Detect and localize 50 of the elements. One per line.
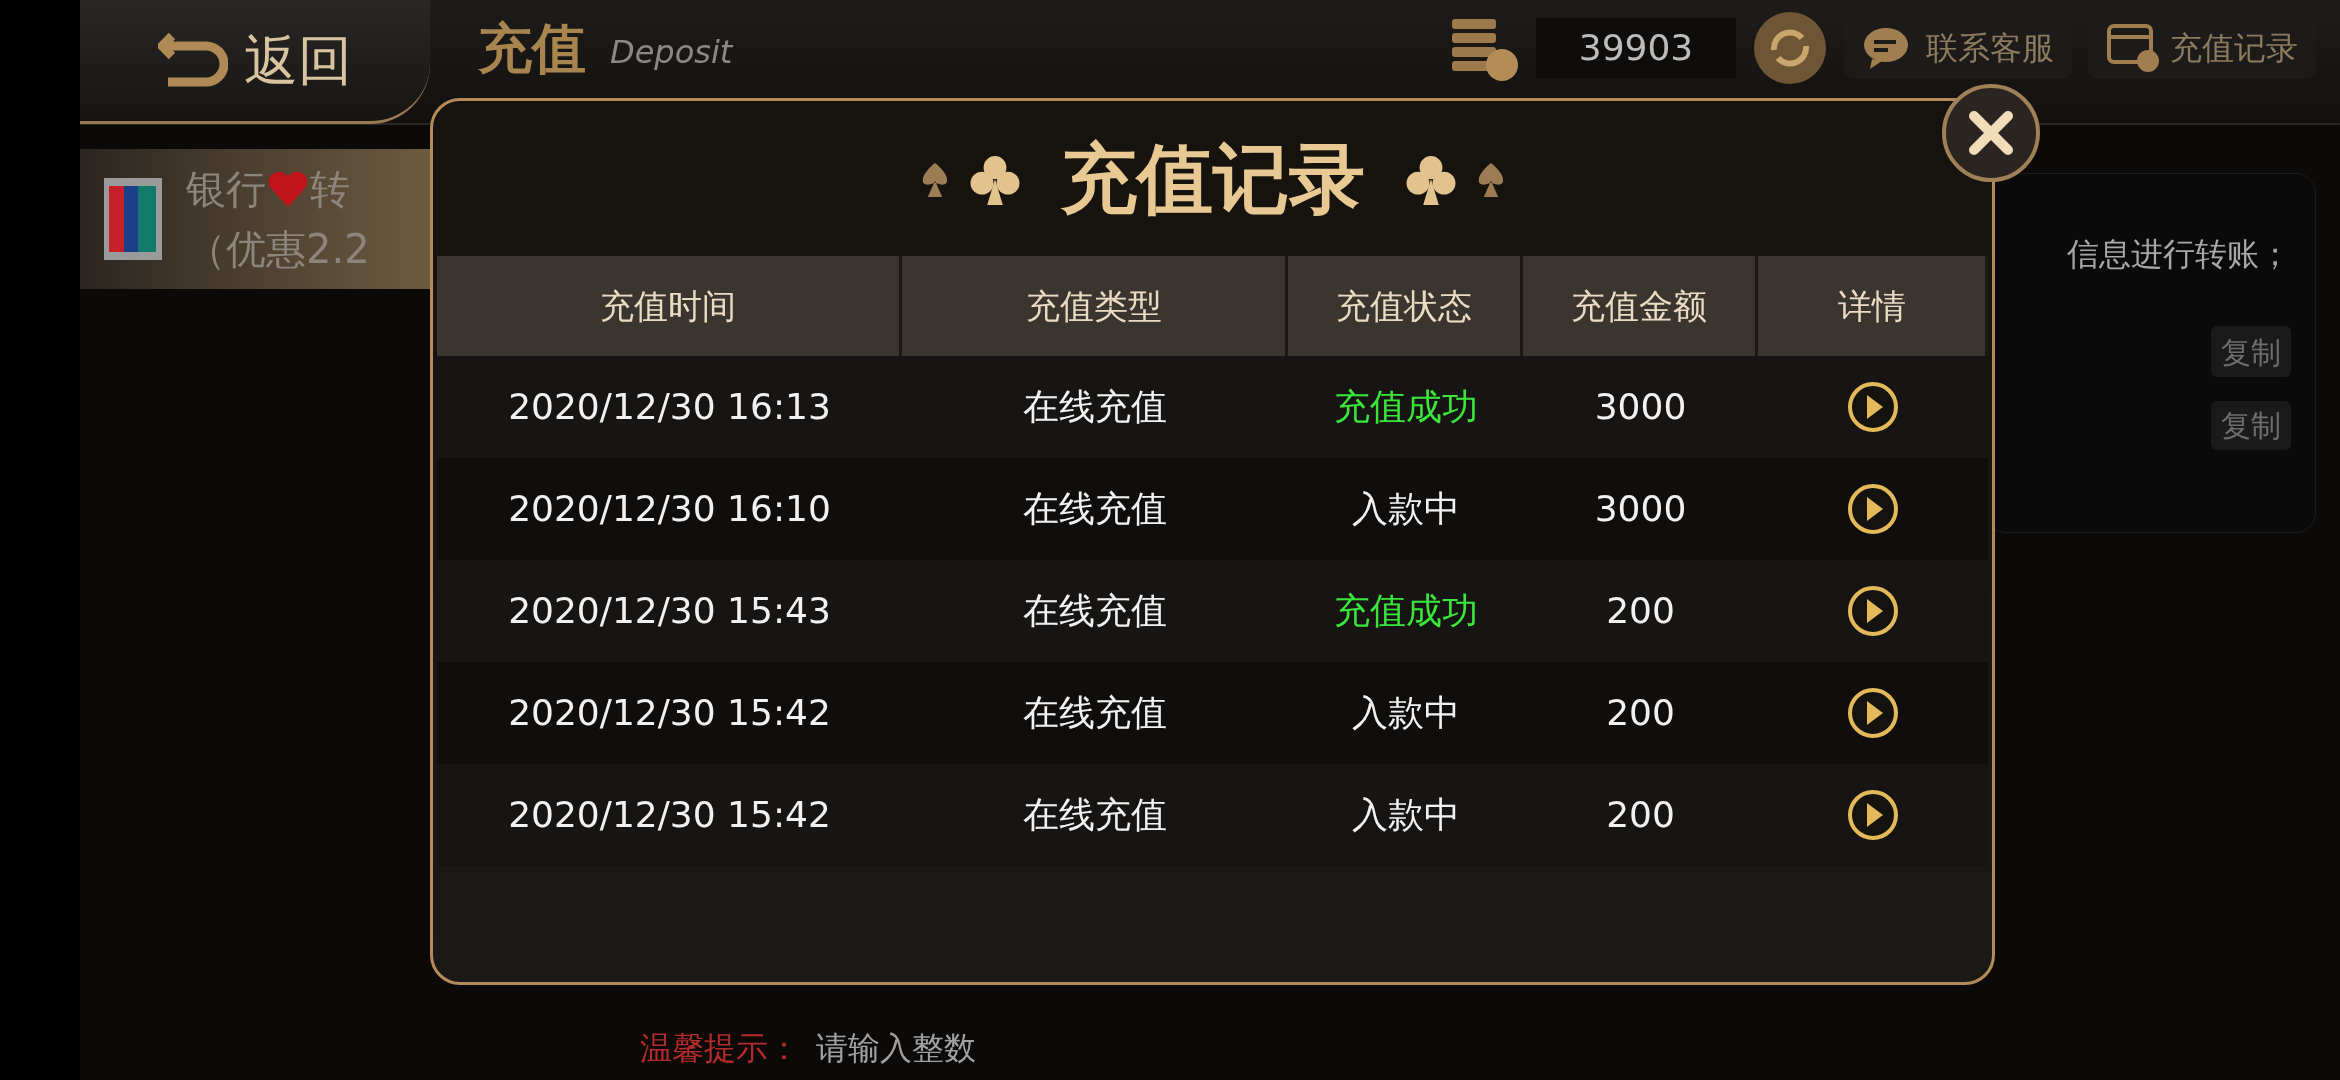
dialog-title: 充值记录 [1060,132,1365,225]
back-arrow-icon [158,32,228,88]
copy-button[interactable]: 复制 [2211,326,2291,377]
close-icon [1966,108,2016,158]
balance-value: 39903 [1536,18,1736,78]
item-title: 转 [310,165,350,214]
table-cell-text: 200 [1606,691,1675,735]
table-cell-text: 在线充值 [1023,385,1167,429]
receipt-icon [2106,23,2162,73]
status-text: 充值成功 [1333,589,1478,633]
play-circle-icon[interactable] [1847,483,1899,535]
table-cell-text: 2020/12/30 15:42 [508,793,831,837]
column-header: 充值类型 [902,256,1288,356]
column-header: 充值状态 [1288,256,1523,356]
table-cell-text: 在线充值 [1023,691,1167,735]
back-button[interactable]: 返回 [80,0,430,124]
table-cell-text: 2020/12/30 15:42 [508,691,831,735]
play-circle-icon[interactable] [1847,687,1899,739]
status-text: 入款中 [1351,793,1460,837]
hint-label: 温馨提示： [640,1028,800,1069]
column-header: 充值时间 [437,256,902,356]
status-text: 充值成功 [1333,385,1478,429]
item-subtitle: （优惠2.2 [186,225,370,274]
bank-card-icon [104,178,162,260]
instruction-text: 信息进行转账； [2067,234,2291,275]
hint-text: 请输入整数 [816,1028,976,1069]
play-circle-icon[interactable] [1847,585,1899,637]
status-text: 入款中 [1351,691,1460,735]
sidebar-item[interactable]: 银行 转 （优惠2.2 [80,149,430,289]
table-cell-text: 200 [1606,589,1675,633]
play-circle-icon[interactable] [1847,381,1899,433]
table-cell-text: 3000 [1594,487,1687,531]
column-header: 充值金额 [1523,256,1758,356]
table-cell-text: 在线充值 [1023,487,1167,531]
copy-button[interactable]: 复制 [2211,401,2291,450]
table-cell-text: 在线充值 [1023,793,1167,837]
table-cell-text: 在线充值 [1023,589,1167,633]
heart-icon [266,169,310,209]
column-header: 详情 [1758,256,1988,356]
status-text: 入款中 [1351,487,1460,531]
table-cell-text: 2020/12/30 16:13 [508,385,831,429]
table-cell-text: 2020/12/30 15:43 [508,589,831,633]
table-cell-text: 3000 [1594,385,1687,429]
refresh-icon[interactable] [1752,10,1828,86]
table-cell-text: 2020/12/30 16:10 [508,487,831,531]
play-circle-icon[interactable] [1847,789,1899,841]
table-cell-text: 200 [1606,793,1675,837]
page-subtitle: Deposit [610,36,733,68]
page-title: 充值 [478,22,586,76]
item-title: 银行 [186,165,266,214]
